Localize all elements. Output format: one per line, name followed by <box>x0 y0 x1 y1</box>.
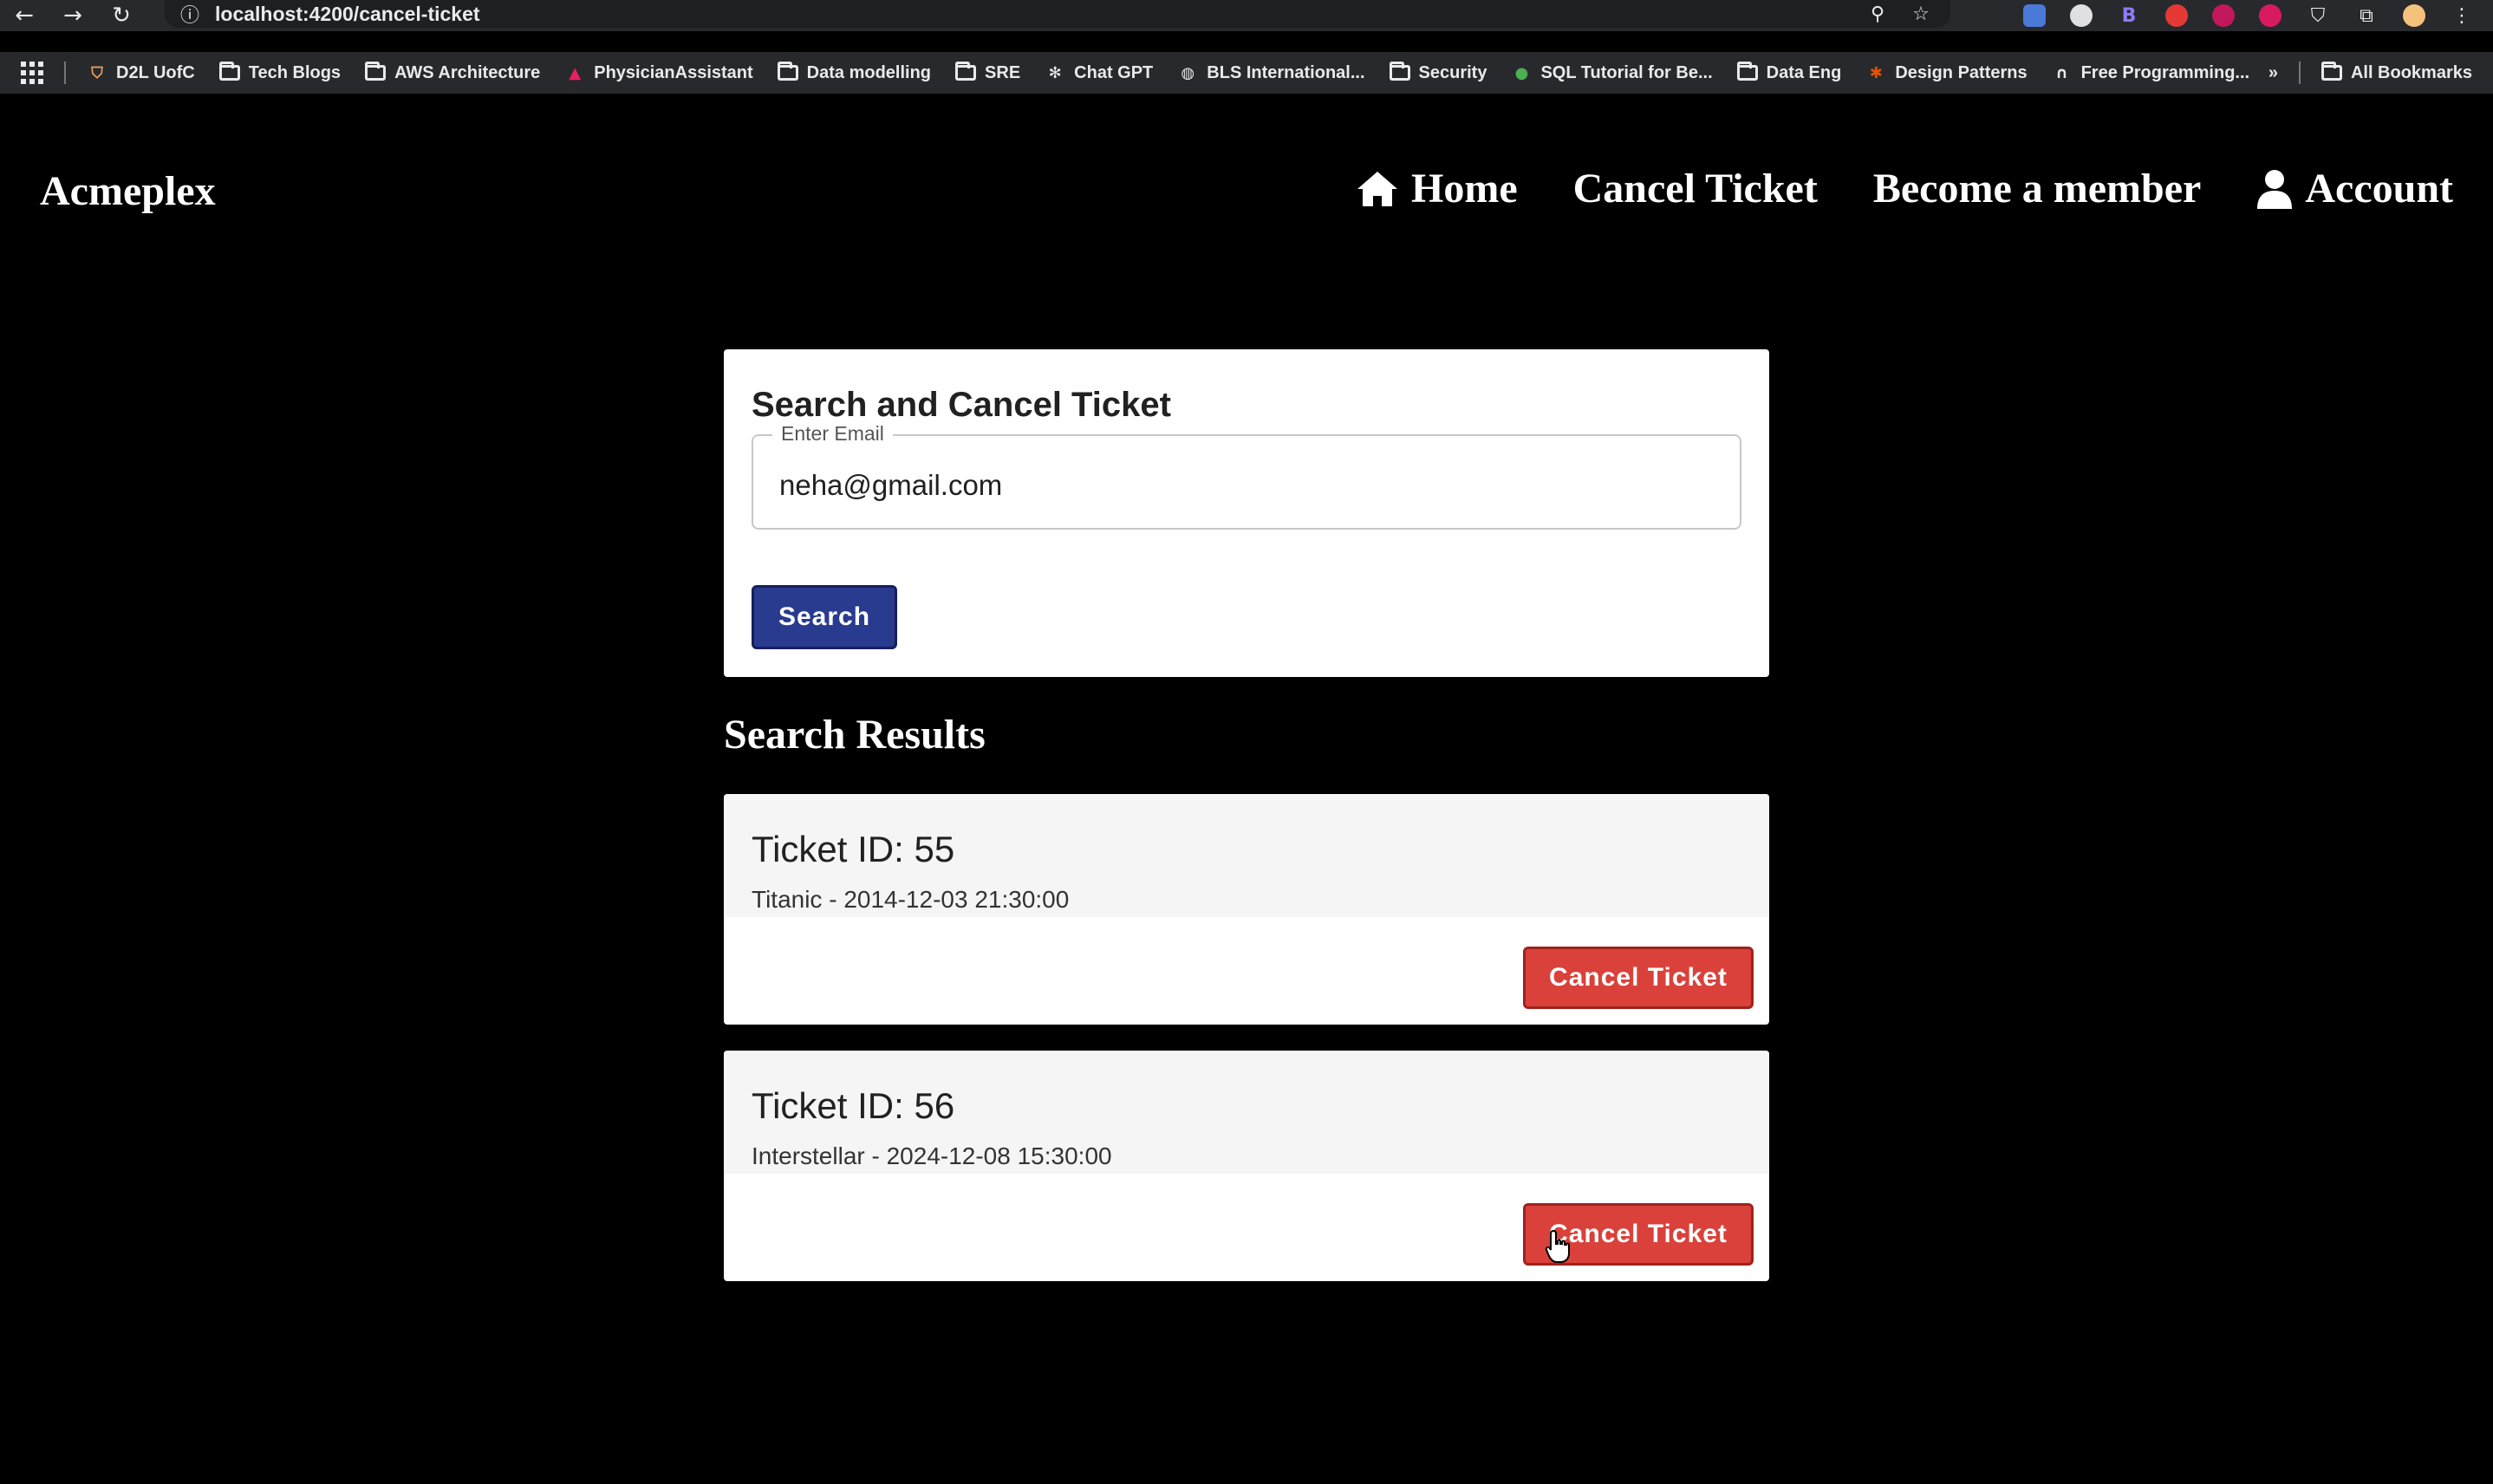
bookmark-label: BLS International... <box>1207 62 1365 82</box>
email-field-label: Enter Email <box>772 422 893 446</box>
angular-icon: ▲ <box>569 63 582 82</box>
user-icon <box>2257 169 2293 209</box>
bookmark-label: Data Eng <box>1766 62 1842 82</box>
site-info-icon[interactable]: ⓘ <box>180 0 199 28</box>
shield-icon: ⛉ <box>91 63 103 82</box>
bookmarks-bar: ⛉ D2L UofC Tech Blogs AWS Architecture ▲ Phys… <box>0 52 2493 94</box>
folder-icon <box>365 62 387 81</box>
nav-cancel-ticket[interactable]: Cancel Ticket <box>1573 165 1818 212</box>
forward-arrow-icon[interactable]: → <box>49 0 97 31</box>
star-icon[interactable]: ☆ <box>1909 2 1933 26</box>
folder-icon <box>218 62 240 81</box>
all-bookmarks-button[interactable]: All Bookmarks <box>2321 62 2472 83</box>
bookmark-item[interactable]: ⛉ D2L UofC <box>87 63 195 83</box>
hand-cursor-icon <box>1545 1229 1570 1263</box>
bookmark-item[interactable]: AWS Architecture <box>365 62 541 83</box>
extension-icon[interactable] <box>2212 4 2235 27</box>
nav-account[interactable]: Account <box>2256 165 2453 212</box>
menu-dots-icon[interactable]: ⋮ <box>2450 3 2474 28</box>
bookmark-label: Design Patterns <box>1895 62 2028 82</box>
profile-avatar[interactable] <box>2403 4 2425 27</box>
nav-become-member-label: Become a member <box>1872 166 2202 212</box>
reload-icon[interactable]: ↻ <box>97 0 146 31</box>
folder-icon <box>777 62 798 81</box>
email-input[interactable] <box>779 469 1715 502</box>
bookmark-label: SRE <box>985 62 1021 82</box>
bookmark-label: D2L UofC <box>116 62 195 82</box>
main-nav: Home Cancel Ticket Become a member Accou… <box>1356 165 2453 212</box>
nav-home-label: Home <box>1411 166 1518 212</box>
nav-home[interactable]: Home <box>1356 165 1518 212</box>
divider <box>2298 62 2301 84</box>
bookmark-item[interactable]: Tech Blogs <box>218 62 342 83</box>
results-title: Search Results <box>724 712 986 758</box>
search-button[interactable]: Search <box>752 585 897 649</box>
folder-icon <box>2321 62 2342 81</box>
bookmarks-overflow-button[interactable]: » <box>2268 63 2278 83</box>
home-icon <box>1357 171 1397 206</box>
headphones-icon: ∩ <box>2055 63 2068 82</box>
extension-icon[interactable] <box>2259 4 2281 27</box>
apps-grid-icon[interactable] <box>21 62 43 84</box>
extension-icon[interactable]: B <box>2117 3 2141 28</box>
dot-icon: ● <box>1514 63 1529 82</box>
bookmark-label: Data modelling <box>806 62 932 82</box>
globe-icon: ◍ <box>1181 63 1195 82</box>
bookmark-item[interactable]: ✻ Chat GPT <box>1045 62 1154 83</box>
bookmark-label: PhysicianAssistant <box>594 62 753 82</box>
folder-icon <box>1389 62 1410 81</box>
bookmark-item[interactable]: Security <box>1389 62 1487 83</box>
nav-cancel-ticket-label: Cancel Ticket <box>1572 166 1818 212</box>
folder-icon <box>955 62 977 81</box>
bookmark-label: Tech Blogs <box>248 62 342 82</box>
ticket-card: Ticket ID: 56 Interstellar - 2024-12-08 … <box>724 1051 1769 1281</box>
extension-icon[interactable] <box>2023 4 2046 27</box>
bookmark-label: Free Programming... <box>2080 62 2250 82</box>
ticket-id: Ticket ID: 56 <box>752 1085 955 1126</box>
zoom-icon[interactable]: ⚲ <box>1865 2 1890 26</box>
nav-account-label: Account <box>2305 166 2453 212</box>
email-field[interactable]: Enter Email <box>752 422 1741 530</box>
back-arrow-icon[interactable]: ← <box>0 0 49 31</box>
brand-logo[interactable]: Acmeplex <box>40 167 216 215</box>
bookmark-item[interactable]: ✱ Design Patterns <box>1865 62 2028 83</box>
browser-toolbar: ← → ↻ ⓘ localhost:4200/cancel-ticket ⚲ ☆… <box>0 0 2493 31</box>
bookmark-item[interactable]: ◍ BLS International... <box>1177 63 1364 83</box>
search-card: Search and Cancel Ticket Enter Email Sea… <box>724 349 1769 677</box>
extension-icon[interactable] <box>2165 4 2188 27</box>
bookmark-item[interactable]: ● SQL Tutorial for Be... <box>1511 62 1713 83</box>
divider <box>64 62 66 84</box>
folder-icon <box>1736 62 1758 81</box>
bookmark-item[interactable]: ∩ Free Programming... <box>2052 62 2250 83</box>
bookmark-label: AWS Architecture <box>394 62 541 82</box>
nav-become-member[interactable]: Become a member <box>1873 165 2202 212</box>
address-bar[interactable]: ⓘ localhost:4200/cancel-ticket ⚲ ☆ <box>165 0 1950 28</box>
url-text: localhost:4200/cancel-ticket <box>215 2 480 25</box>
extension-icon[interactable] <box>2070 4 2093 27</box>
bookmark-label: Chat GPT <box>1074 62 1154 82</box>
bookmark-item[interactable]: Data modelling <box>777 62 932 83</box>
bookmark-item[interactable]: Data Eng <box>1736 62 1842 83</box>
shield-icon[interactable]: ⛉ <box>2306 3 2330 28</box>
openai-icon: ✻ <box>1048 63 1062 82</box>
ticket-id: Ticket ID: 55 <box>752 829 955 869</box>
all-bookmarks-label: All Bookmarks <box>2350 62 2472 82</box>
search-card-title: Search and Cancel Ticket <box>752 386 1171 424</box>
bookmark-label: SQL Tutorial for Be... <box>1540 62 1713 82</box>
ticket-card: Ticket ID: 55 Titanic - 2014-12-03 21:30… <box>724 794 1769 1025</box>
ticket-details: Titanic - 2014-12-03 21:30:00 <box>752 886 1070 913</box>
bookmark-label: Security <box>1418 62 1487 82</box>
bookmark-item[interactable]: ▲ PhysicianAssistant <box>564 63 752 83</box>
ticket-details: Interstellar - 2024-12-08 15:30:00 <box>752 1142 1112 1169</box>
puzzle-icon[interactable]: ⧉ <box>2354 3 2379 28</box>
cancel-ticket-button[interactable]: Cancel Ticket <box>1523 947 1754 1009</box>
refactoring-icon: ✱ <box>1869 63 1883 82</box>
bookmark-item[interactable]: SRE <box>955 62 1021 83</box>
